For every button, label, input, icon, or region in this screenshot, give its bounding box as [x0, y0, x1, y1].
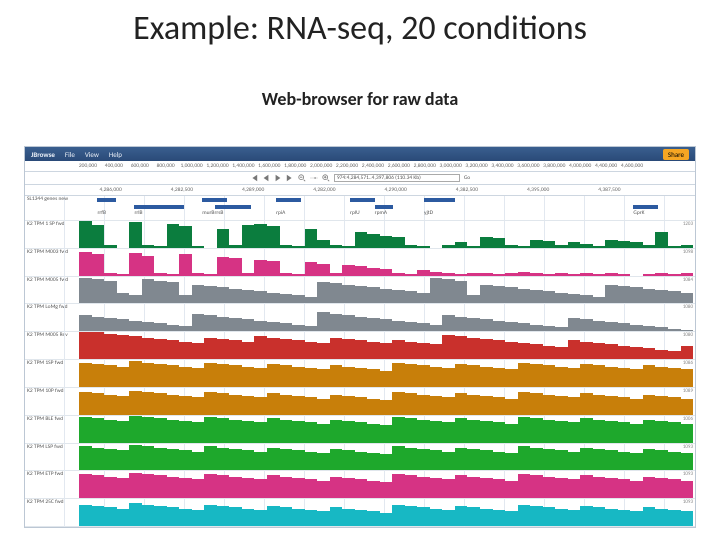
track-plot: 1084: [79, 277, 695, 304]
coverage-track[interactable]: K2 TPM BLE fwd 1006: [25, 416, 695, 444]
y-max-label: 1080: [683, 332, 693, 338]
y-max-label: 1093: [683, 499, 693, 505]
go-button[interactable]: Go: [464, 175, 470, 181]
coverage-track[interactable]: K2 TPM M005 fwd 1084: [25, 277, 695, 305]
track-plot: 1098: [79, 249, 695, 276]
y-max-label: 1093: [683, 471, 693, 477]
gene-feature[interactable]: [97, 198, 115, 202]
gene-track-label: SL1344 genes new: [25, 196, 79, 204]
track-plot: 1086: [79, 360, 695, 387]
track-label: K2 TPM M005 Rev: [25, 332, 79, 359]
gene-feature[interactable]: [633, 205, 658, 209]
coverage-track[interactable]: K2 TPM LSP fwd 1093: [25, 444, 695, 472]
slide-title: Example: RNA-seq, 20 conditions: [0, 8, 720, 49]
zoom-slider-icon[interactable]: [310, 174, 318, 182]
track-label: K2 TPM LSP fwd: [25, 444, 79, 471]
gene-feature[interactable]: [375, 205, 393, 209]
y-max-label: 1080: [683, 304, 693, 310]
gene-label: murB: [202, 210, 214, 216]
track-label: K2 TPM 10P fwd: [25, 388, 79, 415]
track-label: K2 TPM 25C fwd: [25, 499, 79, 526]
gene-label: yjtD: [424, 210, 433, 216]
menu-view[interactable]: View: [85, 150, 99, 159]
coverage-track[interactable]: K2 TPM 1SP fwd 1086: [25, 360, 695, 388]
location-input[interactable]: 974:4,284,571..4,397,806 (110.34 Kb): [334, 174, 460, 182]
nav-next-icon[interactable]: [274, 174, 282, 182]
track-plot: 1093: [79, 444, 695, 471]
coverage-track[interactable]: K2 TPM M005 Rev 1080: [25, 332, 695, 360]
nav-first-icon[interactable]: [250, 174, 258, 182]
gene-feature[interactable]: [424, 198, 455, 202]
gene-label: rrlB: [134, 210, 142, 216]
gene-label: rplU: [350, 210, 360, 216]
gene-feature[interactable]: [350, 198, 375, 202]
coverage-track[interactable]: K2 TPM 10P fwd 1089: [25, 388, 695, 416]
y-max-label: 1093: [683, 444, 693, 450]
y-max-label: 1089: [683, 388, 693, 394]
region-ruler[interactable]: 4,286,0004,282,5004,289,0004,282,0004,29…: [25, 185, 695, 196]
app-name: JBrowse: [31, 150, 55, 159]
gene-feature[interactable]: [276, 198, 301, 202]
nav-prev-icon[interactable]: [262, 174, 270, 182]
y-max-label: 1084: [683, 277, 693, 283]
track-label: K2 TPM ETP fwd: [25, 471, 79, 498]
coverage-track[interactable]: K2 TPM LoMg fwd 1080: [25, 304, 695, 332]
track-plot: 1080: [79, 304, 695, 331]
track-label: K2 TPM BLE fwd: [25, 416, 79, 443]
overview-ruler[interactable]: 200,000400,000600,000800,0001,000,0001,2…: [25, 161, 695, 172]
zoom-out-icon[interactable]: [298, 174, 306, 182]
tracks-panel: SL1344 genes new rrfB rrlB murBrrsB rpiA rpl…: [25, 196, 695, 527]
coverage-track[interactable]: K2 TPM 1 SP fwd 1203: [25, 221, 695, 249]
gene-label: rrsB: [215, 210, 224, 216]
y-max-label: 1098: [683, 249, 693, 255]
zoom-in-icon[interactable]: [322, 174, 330, 182]
gene-feature[interactable]: [202, 198, 227, 202]
track-label: K2 TPM M005 fwd: [25, 277, 79, 304]
slide-subtitle: Web-browser for raw data: [0, 88, 720, 110]
gene-feature[interactable]: [215, 205, 252, 209]
gene-label: rrfB: [97, 210, 106, 216]
y-max-label: 1086: [683, 360, 693, 366]
coverage-track[interactable]: K2 TPM M003 fwd 1098: [25, 249, 695, 277]
nav-last-icon[interactable]: [286, 174, 294, 182]
track-plot: 1080: [79, 332, 695, 359]
track-label: K2 TPM 1SP fwd: [25, 360, 79, 387]
gene-track[interactable]: SL1344 genes new rrfB rrlB murBrrsB rpiA rpl…: [25, 196, 695, 221]
menubar: JBrowse File View Help Share: [25, 147, 695, 161]
nav-toolbar: 974:4,284,571..4,397,806 (110.34 Kb) Go: [25, 172, 695, 185]
jbrowse-window: JBrowse File View Help Share 200,000400,…: [24, 146, 696, 528]
coverage-track[interactable]: K2 TPM ETP fwd 1093: [25, 471, 695, 499]
share-button[interactable]: Share: [663, 149, 689, 160]
track-plot: 1093: [79, 471, 695, 498]
coverage-track[interactable]: K2 TPM 25C fwd 1093: [25, 499, 695, 527]
menu-file[interactable]: File: [65, 150, 75, 159]
track-plot: 1203: [79, 221, 695, 248]
track-plot: 1006: [79, 416, 695, 443]
menu-help[interactable]: Help: [109, 150, 122, 159]
track-label: K2 TPM 1 SP fwd: [25, 221, 79, 248]
y-max-label: 1203: [683, 221, 693, 227]
gene-feature[interactable]: [134, 205, 183, 209]
gene-label: rpiA: [276, 210, 285, 216]
track-plot: 1089: [79, 388, 695, 415]
gene-label: GprK: [633, 210, 644, 216]
track-plot: 1093: [79, 499, 695, 526]
gene-label: rpmA: [375, 210, 387, 216]
track-label: K2 TPM LoMg fwd: [25, 304, 79, 331]
track-label: K2 TPM M003 fwd: [25, 249, 79, 276]
y-max-label: 1006: [683, 416, 693, 422]
